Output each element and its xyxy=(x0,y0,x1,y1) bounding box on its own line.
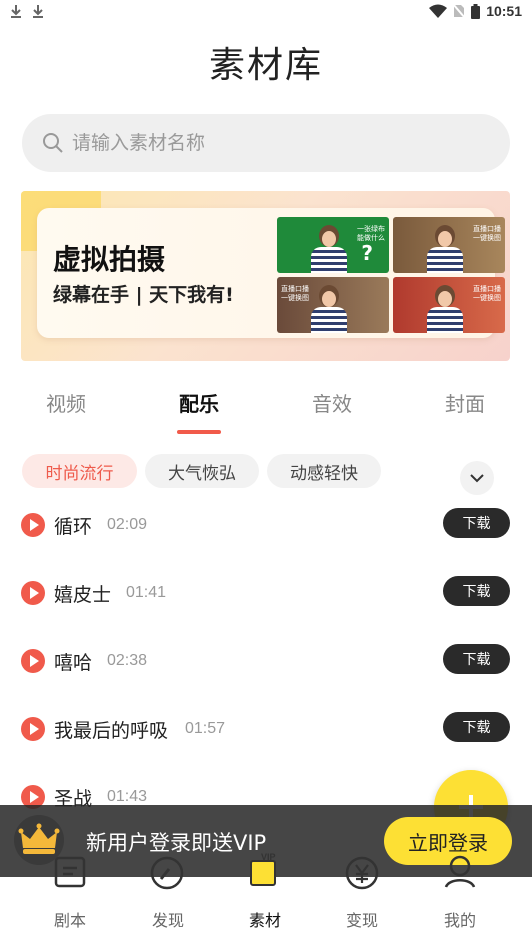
nav-label: 素材 xyxy=(248,911,281,930)
banner-card: 虚拟拍摄 绿幕在手 | 天下我有! 一张绿布 能做什么 ? 直播口播 一键换图 … xyxy=(37,208,505,338)
vip-badge: VIP xyxy=(261,852,276,862)
download-button[interactable]: 下载 xyxy=(443,644,510,674)
chip-epic[interactable]: 大气恢弘 xyxy=(145,454,259,488)
wifi-icon xyxy=(429,4,448,18)
thumb-mark: ? xyxy=(361,241,373,265)
play-icon[interactable] xyxy=(21,649,45,673)
status-left-icons xyxy=(10,4,44,22)
tab-cover[interactable]: 封面 xyxy=(445,388,485,417)
compass-icon xyxy=(150,856,184,890)
track-row[interactable]: 嬉皮士 01:41 下载 xyxy=(0,575,532,615)
track-duration: 01:57 xyxy=(185,720,226,737)
category-tabs: 视频 配乐 音效 封面 xyxy=(0,388,532,438)
track-row[interactable]: 我最后的呼吸 01:57 下载 xyxy=(0,711,532,751)
banner-thumb-1: 一张绿布 能做什么 ? xyxy=(277,217,389,273)
thumb-caption: 直播口播 一键换图 xyxy=(473,225,501,242)
profile-icon xyxy=(444,855,476,888)
track-row[interactable]: 循环 02:09 下载 xyxy=(0,507,532,547)
promo-banner[interactable]: 虚拟拍摄 绿幕在手 | 天下我有! 一张绿布 能做什么 ? 直播口播 一键换图 … xyxy=(21,191,510,361)
nav-label: 发现 xyxy=(151,911,184,930)
nav-label: 我的 xyxy=(443,911,476,930)
search-input[interactable] xyxy=(72,132,452,154)
no-sim-icon xyxy=(453,4,466,18)
active-tab-indicator xyxy=(177,430,221,434)
banner-thumb-2: 直播口播 一键换图 xyxy=(393,217,505,273)
thumb-caption: 直播口播 一键换图 xyxy=(473,285,501,302)
banner-headline: 虚拟拍摄 xyxy=(53,243,166,276)
search-icon xyxy=(43,133,63,153)
status-bar: 10:51 xyxy=(0,0,532,26)
banner-thumb-4: 直播口播 一键换图 xyxy=(393,277,505,333)
chip-upbeat[interactable]: 动感轻快 xyxy=(267,454,381,488)
vip-promo-text: 新用户登录即送VIP xyxy=(86,831,267,855)
play-icon[interactable] xyxy=(21,513,45,537)
battery-icon xyxy=(471,3,481,19)
track-name: 嘻哈 xyxy=(54,652,93,674)
search-bar[interactable] xyxy=(22,114,510,172)
track-name: 嬉皮士 xyxy=(54,584,112,606)
track-name: 我最后的呼吸 xyxy=(54,720,169,742)
download-button[interactable]: 下载 xyxy=(443,576,510,606)
track-duration: 01:43 xyxy=(107,788,148,805)
track-duration: 01:41 xyxy=(126,584,167,601)
tab-sound-effects[interactable]: 音效 xyxy=(312,388,352,417)
track-duration: 02:38 xyxy=(107,652,148,669)
play-icon[interactable] xyxy=(21,717,45,741)
track-row[interactable]: 嘻哈 02:38 下载 xyxy=(0,643,532,683)
play-icon[interactable] xyxy=(21,581,45,605)
track-name: 循环 xyxy=(54,516,93,538)
chip-fashion-pop[interactable]: 时尚流行 xyxy=(22,454,137,488)
yuan-icon xyxy=(345,856,379,890)
material-vip-icon: VIP xyxy=(247,852,283,888)
download-button[interactable]: 下载 xyxy=(443,508,510,538)
tab-music[interactable]: 配乐 xyxy=(179,388,219,417)
chips-expand-button[interactable] xyxy=(460,461,494,495)
status-time: 10:51 xyxy=(486,3,522,19)
banner-subline: 绿幕在手 | 天下我有! xyxy=(53,284,234,306)
script-icon xyxy=(54,856,86,888)
banner-thumb-3: 直播口播 一键换图 xyxy=(277,277,389,333)
track-duration: 02:09 xyxy=(107,516,148,533)
nav-label: 剧本 xyxy=(53,911,86,930)
thumb-caption: 直播口播 一键换图 xyxy=(281,285,309,302)
download-button[interactable]: 下载 xyxy=(443,712,510,742)
download-icon xyxy=(33,5,44,18)
download-icon xyxy=(11,5,21,18)
tab-video[interactable]: 视频 xyxy=(46,388,86,417)
nav-label: 变现 xyxy=(345,911,378,930)
chevron-down-icon xyxy=(470,474,484,483)
page-title: 素材库 xyxy=(208,45,323,86)
